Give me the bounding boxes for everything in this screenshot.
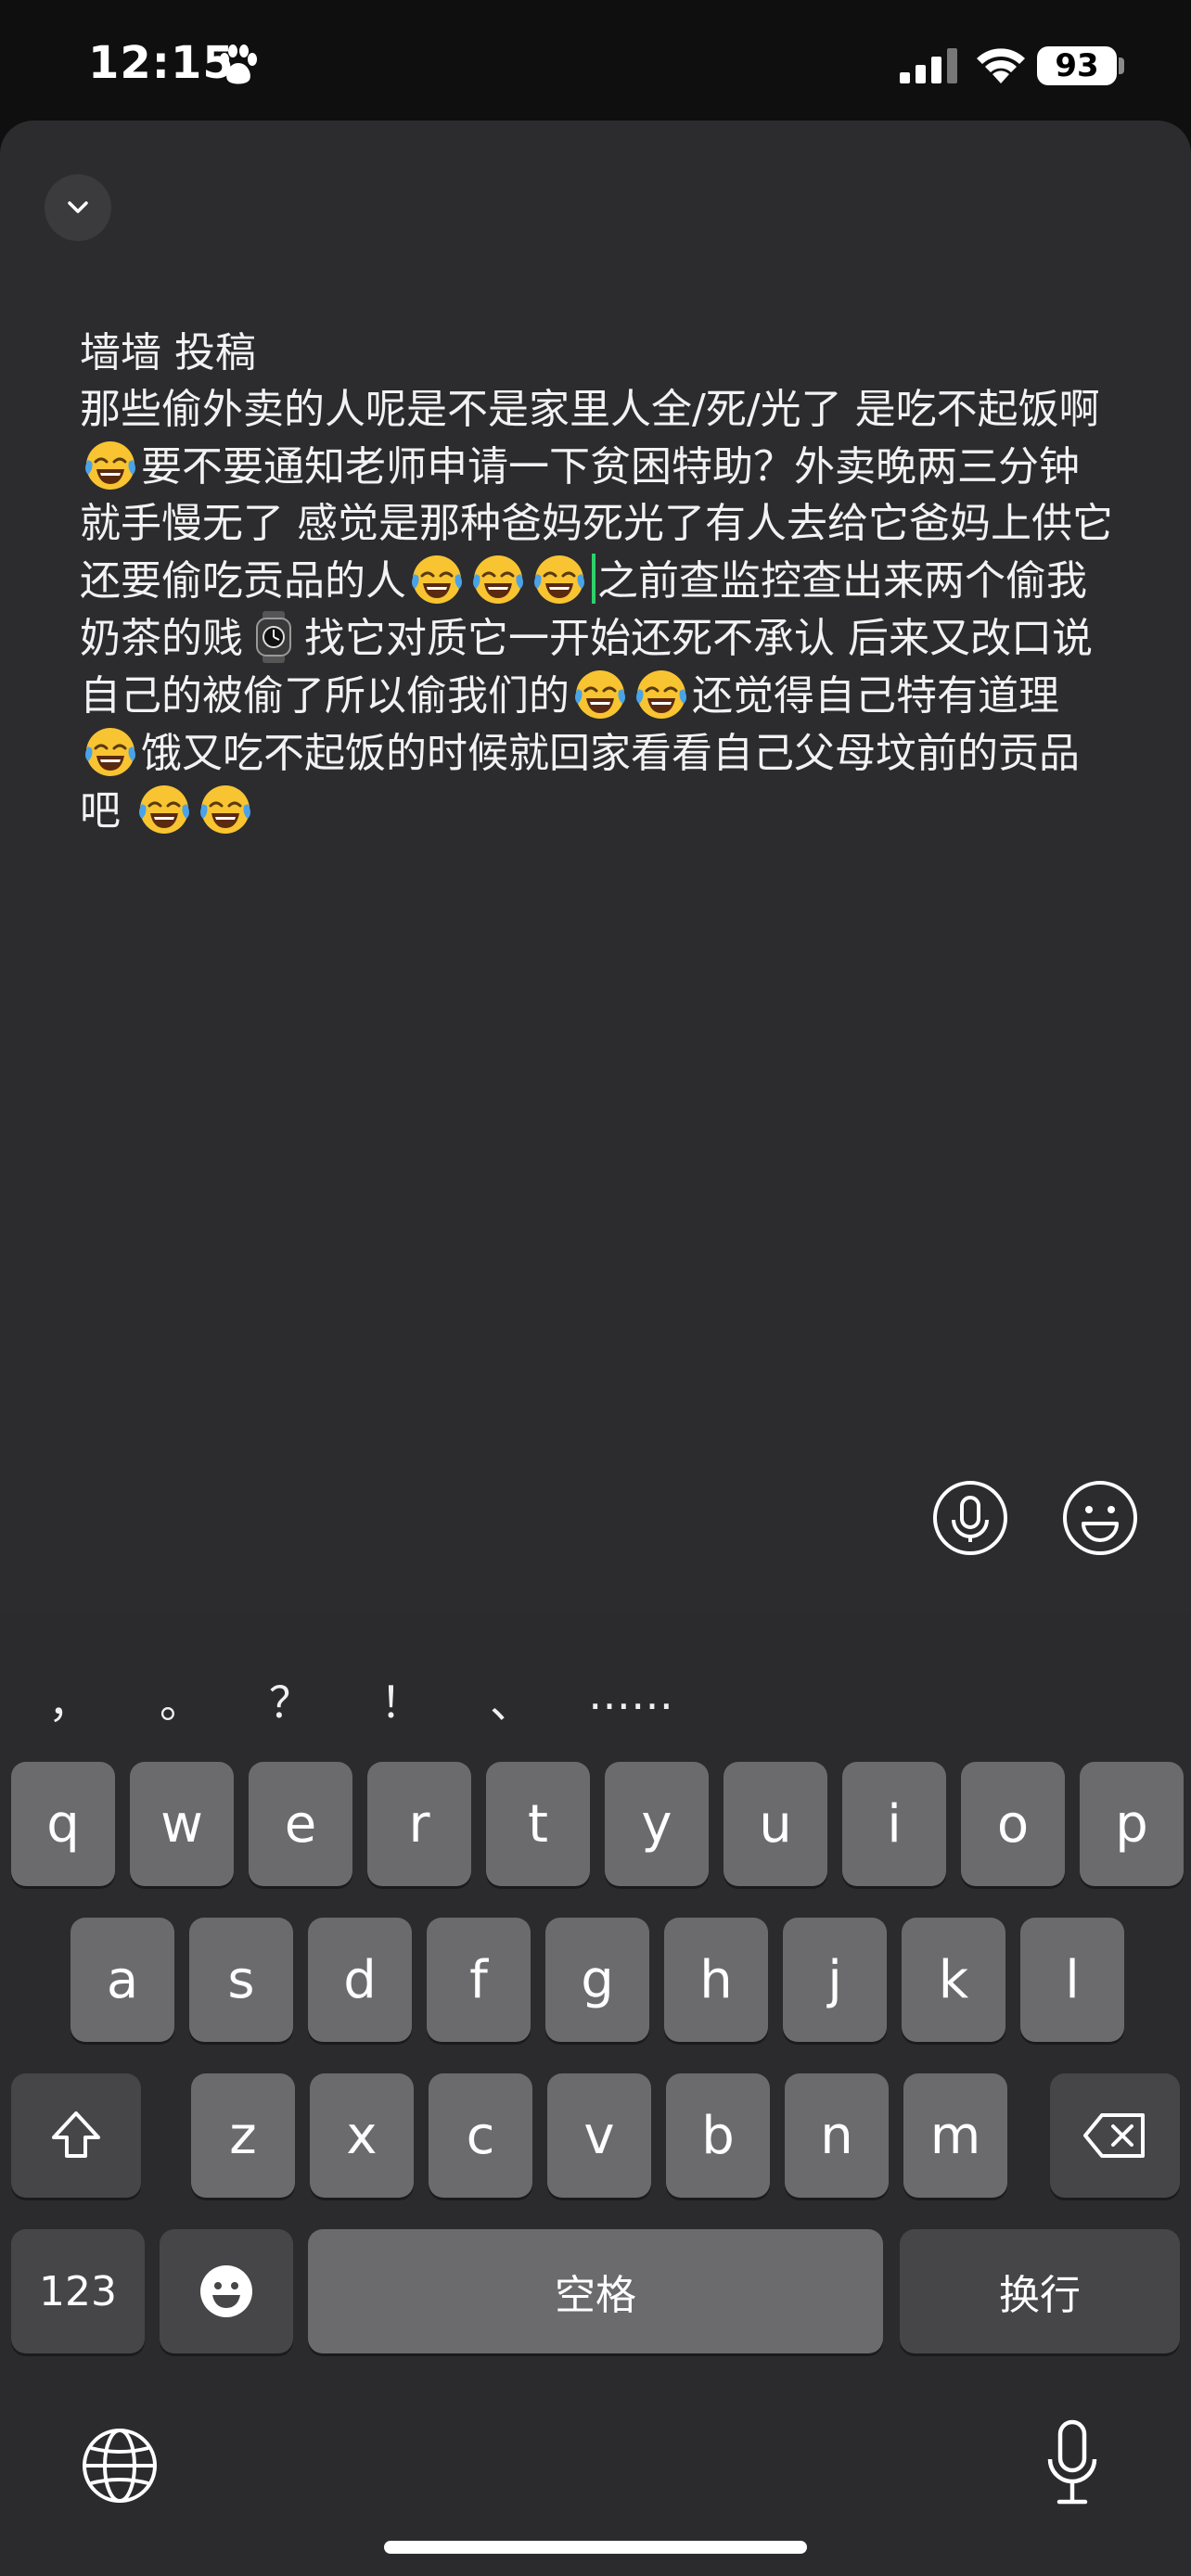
backspace-key[interactable]: [1050, 2073, 1180, 2198]
laughing-tears-emoji-icon: [473, 555, 523, 604]
laughing-tears-emoji-icon: [636, 670, 686, 719]
shift-key[interactable]: [11, 2073, 141, 2198]
laughing-tears-emoji-icon: [139, 785, 189, 834]
collapse-button[interactable]: [45, 174, 111, 241]
punctuation-candidate[interactable]: 。: [160, 1669, 202, 1730]
key-p[interactable]: p: [1080, 1762, 1184, 1886]
key-r[interactable]: r: [367, 1762, 471, 1886]
post-text-area[interactable]: 墙墙 投稿 那些偷外卖的人呢是不是家里人全/死/光了 是吃不起饭啊要不要通知老师…: [80, 325, 1119, 839]
laughing-tears-emoji-icon: [575, 670, 625, 719]
battery-tip: [1119, 57, 1124, 74]
punctuation-row: ， 。 ？ ！ 、 ……: [0, 1669, 1191, 1734]
punctuation-candidate[interactable]: ！: [380, 1669, 423, 1730]
key-t[interactable]: t: [486, 1762, 590, 1886]
key-u[interactable]: u: [724, 1762, 827, 1886]
dictation-mic-icon[interactable]: [1044, 2417, 1100, 2509]
key-m[interactable]: m: [903, 2073, 1007, 2198]
paw-icon: [220, 45, 257, 84]
key-f[interactable]: f: [427, 1918, 531, 2042]
mic-icon[interactable]: [931, 1479, 1009, 1557]
shift-icon: [52, 2111, 100, 2158]
key-c[interactable]: c: [429, 2073, 532, 2198]
key-d[interactable]: d: [308, 1918, 412, 2042]
space-key[interactable]: 空格: [308, 2229, 883, 2353]
numbers-key[interactable]: 123: [11, 2229, 145, 2353]
key-e[interactable]: e: [249, 1762, 352, 1886]
battery-level: 93: [1037, 46, 1117, 85]
key-k[interactable]: k: [902, 1918, 1005, 2042]
keyboard: ， 。 ？ ！ 、 …… q w e r t y u i o p a s d f g h j k l z x c v b n m 123 空格换…: [0, 1613, 1191, 2576]
key-j[interactable]: j: [783, 1918, 887, 2042]
compose-sheet: 墙墙 投稿 那些偷外卖的人呢是不是家里人全/死/光了 是吃不起饭啊要不要通知老师…: [0, 121, 1191, 1623]
key-g[interactable]: g: [545, 1918, 649, 2042]
status-bar: 12:15 93: [0, 0, 1191, 125]
key-z[interactable]: z: [191, 2073, 295, 2198]
laughing-tears-emoji-icon: [85, 441, 135, 490]
wifi-icon: [977, 48, 1025, 83]
status-time: 12:15: [88, 37, 235, 89]
punctuation-candidate[interactable]: ，: [48, 1669, 91, 1730]
laughing-tears-emoji-icon: [534, 555, 584, 604]
key-x[interactable]: x: [310, 2073, 414, 2198]
text-caret: [592, 554, 596, 604]
emoji-face-icon[interactable]: [1061, 1479, 1139, 1557]
text-segment: 墙墙 投稿 那些偷外卖的人呢是不是家里人全/死/光了 是吃不起饭啊: [80, 329, 1100, 433]
return-key[interactable]: 换行: [900, 2229, 1180, 2353]
key-q[interactable]: q: [11, 1762, 115, 1886]
laughing-tears-emoji-icon: [85, 728, 135, 776]
key-s[interactable]: s: [189, 1918, 293, 2042]
backspace-icon: [1083, 2113, 1145, 2158]
punctuation-candidate[interactable]: 、: [490, 1669, 532, 1730]
text-segment: 还觉得自己特有道理: [692, 672, 1059, 720]
punctuation-candidate[interactable]: ……: [588, 1669, 673, 1719]
key-w[interactable]: w: [130, 1762, 234, 1886]
punctuation-candidate[interactable]: ？: [269, 1669, 312, 1730]
key-v[interactable]: v: [547, 2073, 651, 2198]
laughing-tears-emoji-icon: [200, 785, 250, 834]
emoji-key-icon: [200, 2265, 252, 2317]
key-h[interactable]: h: [664, 1918, 768, 2042]
globe-icon[interactable]: [80, 2426, 160, 2506]
key-i[interactable]: i: [842, 1762, 946, 1886]
key-b[interactable]: b: [666, 2073, 770, 2198]
watch-emoji-icon: [256, 611, 291, 663]
chevron-down-icon: [68, 201, 88, 213]
laughing-tears-emoji-icon: [412, 555, 462, 604]
signal-icon: [900, 48, 957, 83]
key-l[interactable]: l: [1020, 1918, 1124, 2042]
home-indicator: [384, 2541, 807, 2554]
key-n[interactable]: n: [785, 2073, 889, 2198]
key-a[interactable]: a: [70, 1918, 174, 2042]
emoji-key[interactable]: [160, 2229, 293, 2353]
key-y[interactable]: y: [605, 1762, 709, 1886]
key-o[interactable]: o: [961, 1762, 1065, 1886]
